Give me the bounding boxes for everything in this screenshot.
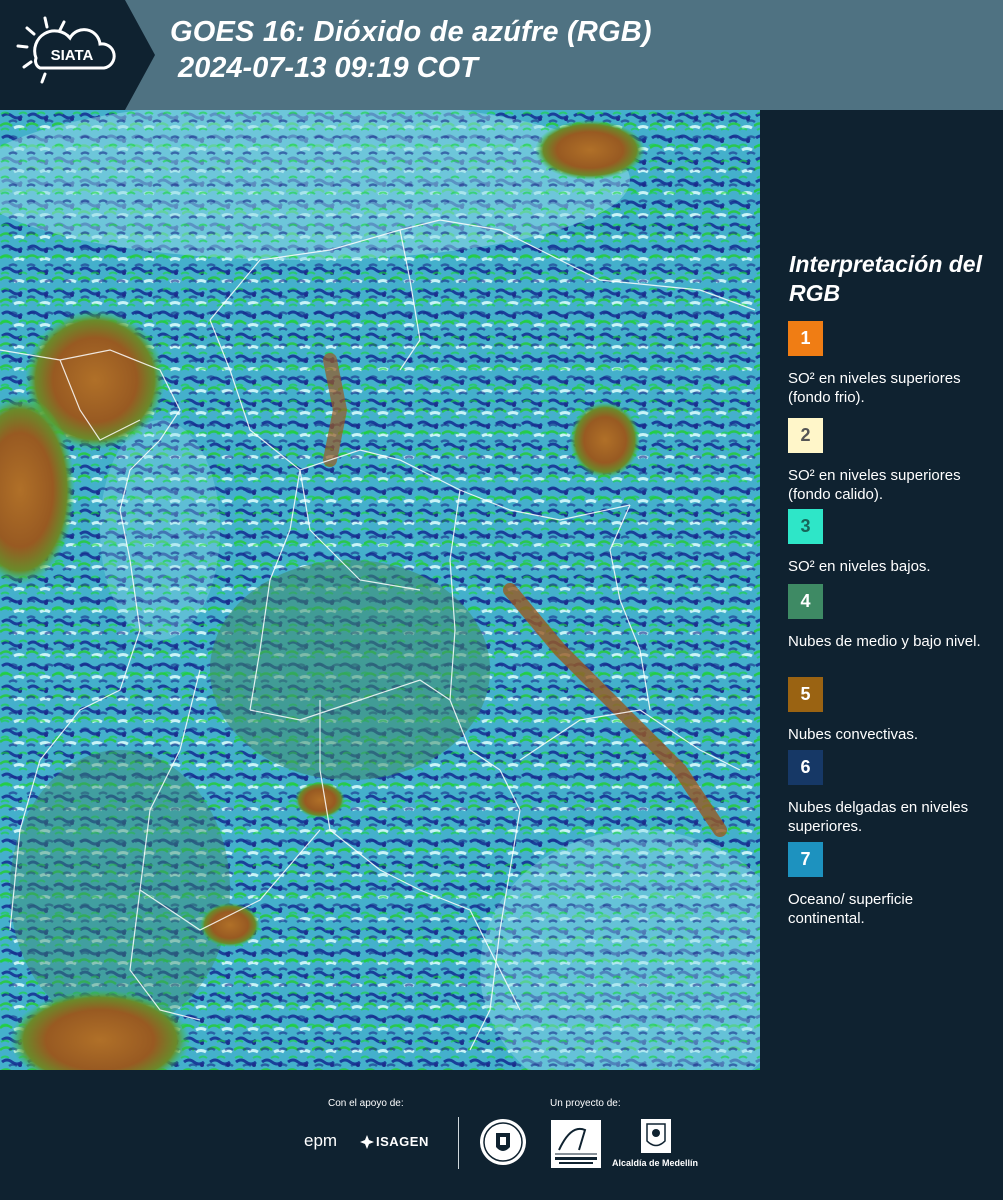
isagen-logo: ISAGEN: [376, 1134, 429, 1149]
legend-swatch: 1: [788, 321, 823, 356]
support-label: Con el apoyo de:: [328, 1098, 404, 1109]
legend-item-1: 1 SO² en niveles superiores (fondo frio)…: [788, 321, 988, 407]
alcaldia-label: Alcaldía de Medellín: [612, 1158, 699, 1168]
legend-swatch: 5: [788, 677, 823, 712]
header-bar: SIATA GOES 16: Dióxido de azúfre (RGB) 2…: [0, 0, 1003, 110]
legend-swatch: 4: [788, 584, 823, 619]
legend-label: Nubes delgadas en niveles superiores.: [788, 799, 969, 835]
alcaldia-crest-icon: [641, 1119, 671, 1157]
epm-logo: epm: [304, 1131, 338, 1150]
legend-label: SO² en niveles superiores (fondo calido)…: [788, 467, 961, 503]
legend-item-2: 2 SO² en niveles superiores (fondo calid…: [788, 418, 988, 504]
footer-bar: Con el apoyo de: Un proyecto de: epm ISA…: [0, 1070, 1003, 1200]
legend-label: SO² en niveles superiores (fondo frio).: [788, 370, 961, 406]
siata-logo-text: SIATA: [51, 47, 94, 64]
isagen-icon: [360, 1134, 374, 1149]
title-block: GOES 16: Dióxido de azúfre (RGB) 2024-07…: [170, 14, 652, 86]
satellite-image: [0, 110, 760, 1070]
page-timestamp: 2024-07-13 09:19 COT: [178, 52, 478, 84]
siata-logo: SIATA: [0, 0, 155, 110]
legend-title: Interpretación del RGB: [789, 251, 982, 306]
legend-item-5: 5 Nubes convectivas.: [788, 677, 988, 744]
legend-label: Oceano/ superficie continental.: [788, 891, 914, 927]
project-label: Un proyecto de:: [550, 1098, 621, 1109]
footer-divider: [458, 1117, 459, 1169]
legend-item-6: 6 Nubes delgadas en niveles superiores.: [788, 750, 988, 836]
legend-item-4: 4 Nubes de medio y bajo nivel.: [788, 584, 988, 651]
legend-label: Nubes de medio y bajo nivel.: [788, 633, 981, 650]
page-title: GOES 16: Dióxido de azúfre (RGB): [170, 16, 652, 48]
legend-label: SO² en niveles bajos.: [788, 558, 931, 575]
legend-panel: Interpretación del RGB 1 SO² en niveles …: [760, 110, 1003, 1070]
medellin-seal-icon: [478, 1117, 528, 1171]
legend-item-7: 7 Oceano/ superficie continental.: [788, 842, 988, 928]
legend-swatch: 6: [788, 750, 823, 785]
legend-label: Nubes convectivas.: [788, 726, 919, 743]
area-metropolitana-logo: [551, 1120, 601, 1172]
legend-swatch: 3: [788, 509, 823, 544]
legend-swatch: 2: [788, 418, 823, 453]
legend-swatch: 7: [788, 842, 823, 877]
legend-item-3: 3 SO² en niveles bajos.: [788, 509, 988, 576]
